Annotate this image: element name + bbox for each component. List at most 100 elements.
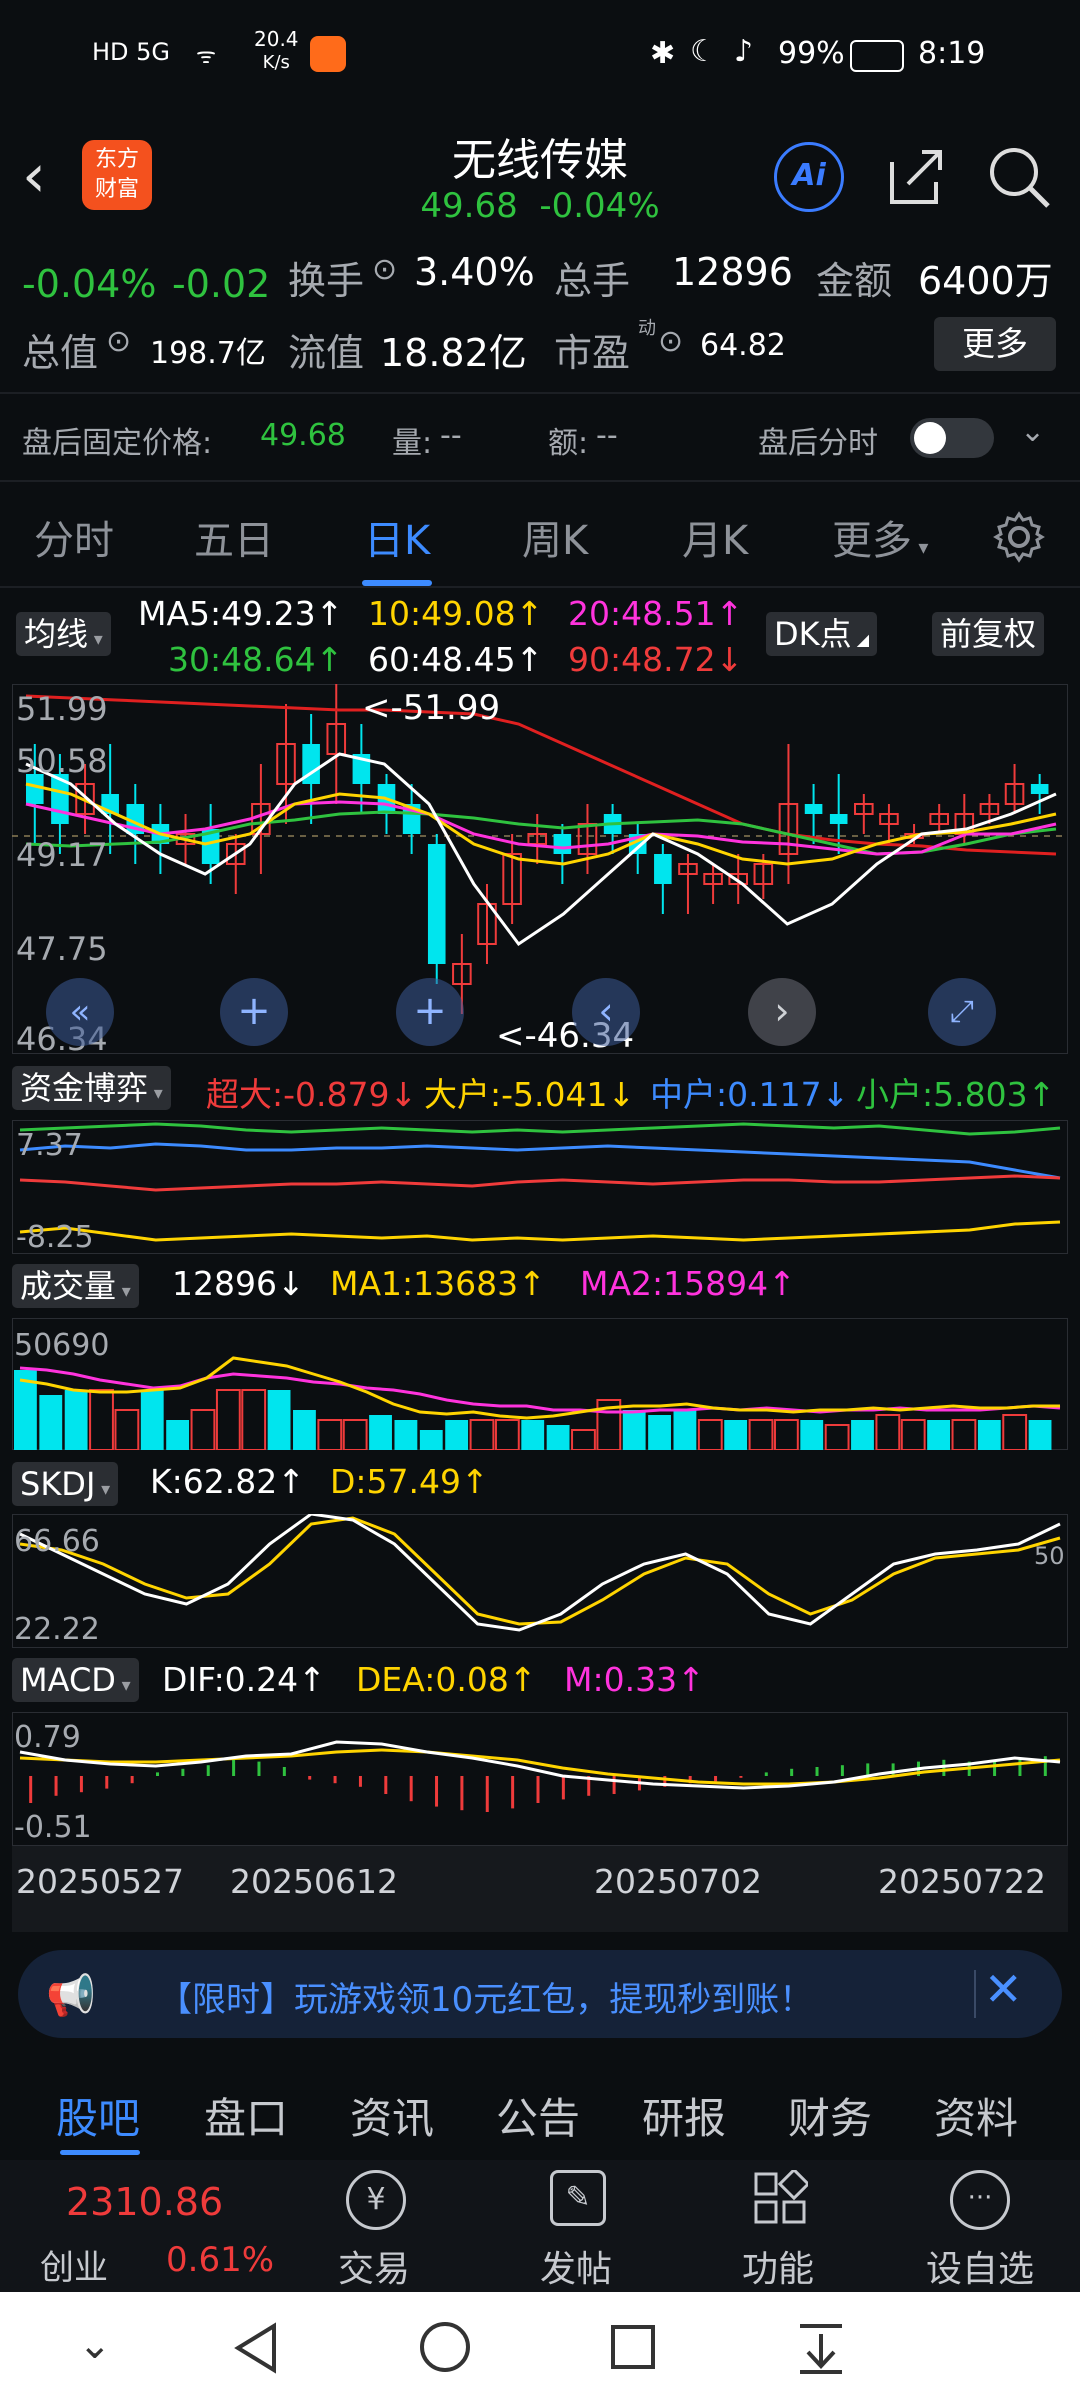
promo-banner[interactable]: 📢 【限时】玩游戏领10元红包，提现秒到账！ ✕	[18, 1950, 1062, 2038]
mktcap-value: 198.7亿	[150, 336, 266, 371]
fund-axis-bottom: -8.25	[16, 1220, 94, 1255]
volume-ma2-line	[19, 1366, 1061, 1414]
stock-header: ‹ 东方 财富 无线传媒 49.68 -0.04% Ai	[0, 110, 1080, 245]
fund-indicator-selector[interactable]: 资金博弈 ▾	[12, 1066, 171, 1110]
macd-indicator-selector[interactable]: MACD ▾	[12, 1658, 139, 1702]
tab-five-day[interactable]: 五日	[194, 508, 274, 566]
tab-news[interactable]: 资讯	[350, 2085, 434, 2146]
tab-announcements[interactable]: 公告	[496, 2085, 580, 2146]
dk-point-button[interactable]: DK点 ◢	[766, 612, 878, 656]
kline-chart	[12, 684, 1068, 1014]
post-edit-icon[interactable]: ✎	[550, 2170, 606, 2226]
index-change[interactable]: 0.61%	[166, 2240, 274, 2280]
recents-square-icon[interactable]	[610, 2324, 656, 2370]
index-value[interactable]: 2310.86	[66, 2180, 223, 2224]
ma90-value: 90:48.72↓	[568, 640, 744, 679]
pe-label: 市盈	[554, 331, 631, 375]
back-triangle-icon[interactable]	[232, 2322, 280, 2374]
trade-label[interactable]: 交易	[338, 2240, 410, 2292]
afterhours-amt: --	[596, 418, 618, 453]
more-dots-icon[interactable]: ···	[950, 2170, 1010, 2230]
info-icon[interactable]: ⊙	[106, 324, 131, 359]
float-label: 流值	[288, 331, 365, 375]
afterhours-toggle[interactable]	[910, 418, 994, 458]
super-large-value: 超大:-0.879↓	[206, 1075, 418, 1114]
volume-bar	[724, 1420, 748, 1450]
scroll-left-icon[interactable]: ‹	[572, 978, 640, 1046]
more-button[interactable]: 更多	[934, 317, 1056, 371]
func-label[interactable]: 功能	[742, 2240, 814, 2292]
volume-indicator-selector[interactable]: 成交量 ▾	[12, 1264, 139, 1308]
tab-forum[interactable]: 股吧	[56, 2085, 140, 2146]
mute-bell-icon: ♪	[734, 34, 754, 69]
candle-body	[804, 804, 823, 814]
tab-more[interactable]: 更多 ▾	[832, 508, 928, 566]
moon-icon: ☾	[690, 34, 717, 69]
volume-bar	[166, 1420, 190, 1450]
volume-ma1: MA1:13683↑	[330, 1264, 546, 1303]
index-name[interactable]: 创业	[40, 2240, 108, 2289]
volume-bar	[369, 1415, 392, 1450]
battery-icon	[850, 40, 904, 72]
info-icon[interactable]: ⊙	[658, 324, 683, 359]
tab-daily-k[interactable]: 日K	[364, 508, 430, 566]
fullscreen-icon[interactable]: ⤢	[928, 978, 996, 1046]
search-icon[interactable]	[986, 144, 1052, 210]
volume-bar	[140, 1390, 164, 1450]
chevron-down-icon[interactable]: ⌄	[1020, 414, 1045, 449]
volume-bar	[342, 1419, 368, 1450]
home-circle-icon[interactable]	[418, 2320, 472, 2374]
volume-chart	[14, 1356, 1061, 1450]
tab-weekly-k[interactable]: 周K	[522, 508, 588, 566]
chevron-down-icon[interactable]: ⌄	[78, 2322, 112, 2368]
change-abs: -0.02	[172, 262, 271, 306]
close-icon[interactable]: ✕	[984, 1962, 1023, 2016]
divider	[0, 586, 1080, 588]
volume-bar	[773, 1419, 799, 1450]
divider	[0, 480, 1080, 482]
change-pct: -0.04%	[22, 262, 157, 306]
macd-axis-top: 0.79	[14, 1720, 81, 1755]
ai-button[interactable]: Ai	[774, 142, 844, 212]
volume-bar	[927, 1420, 950, 1450]
megaphone-icon: 📢	[46, 1973, 96, 2019]
share-icon[interactable]	[882, 144, 948, 210]
ma-selector[interactable]: 均线 ▾	[16, 612, 111, 656]
price-adjust-button[interactable]: 前复权	[932, 612, 1045, 656]
watchlist-label[interactable]: 设自选	[926, 2240, 1034, 2292]
app-notify-icon	[310, 36, 346, 72]
tab-intraday[interactable]: 分时	[34, 508, 114, 566]
large-value: 大户:-5.041↓	[424, 1075, 636, 1114]
volume-bar	[648, 1415, 671, 1450]
macd-dif: DIF:0.24↑	[162, 1660, 326, 1699]
promo-text[interactable]: 【限时】玩游戏领10元红包，提现秒到账！	[158, 1972, 813, 2021]
zoom-in-icon[interactable]: +	[220, 978, 288, 1046]
macd-axis-bottom: -0.51	[14, 1810, 92, 1845]
tab-research[interactable]: 研报	[642, 2085, 726, 2146]
scroll-left-fast-icon[interactable]: «	[46, 978, 114, 1046]
volume-bar	[469, 1419, 495, 1450]
scroll-right-icon[interactable]: ›	[748, 978, 816, 1046]
zoom-in-icon[interactable]: +	[396, 978, 464, 1046]
info-icon[interactable]: ⊙	[372, 252, 397, 287]
trade-icon[interactable]: ¥	[346, 2170, 406, 2230]
float-value: 18.82亿	[380, 331, 527, 375]
post-label[interactable]: 发帖	[540, 2240, 612, 2292]
skdj-axis-bottom: 22.22	[14, 1612, 100, 1647]
settings-gear-icon[interactable]	[992, 510, 1046, 564]
download-icon[interactable]	[796, 2320, 846, 2374]
wifi-icon: ᯤ	[196, 44, 217, 69]
battery-percent: 99%	[778, 36, 845, 71]
tab-profile[interactable]: 资料	[934, 2085, 1018, 2146]
volume-bar	[951, 1419, 977, 1450]
functions-grid-icon[interactable]	[752, 2170, 808, 2226]
volume-bar	[521, 1420, 545, 1450]
tab-finance[interactable]: 财务	[788, 2085, 872, 2146]
tab-orderbook[interactable]: 盘口	[204, 2085, 288, 2146]
tab-monthly-k[interactable]: 月K	[682, 508, 748, 566]
skdj-chart	[19, 1514, 1061, 1632]
skdj-indicator-selector[interactable]: SKDJ ▾	[12, 1462, 119, 1506]
volume-bar	[875, 1414, 901, 1450]
axis-label: 47.75	[16, 930, 108, 968]
volume-bar	[494, 1419, 520, 1450]
